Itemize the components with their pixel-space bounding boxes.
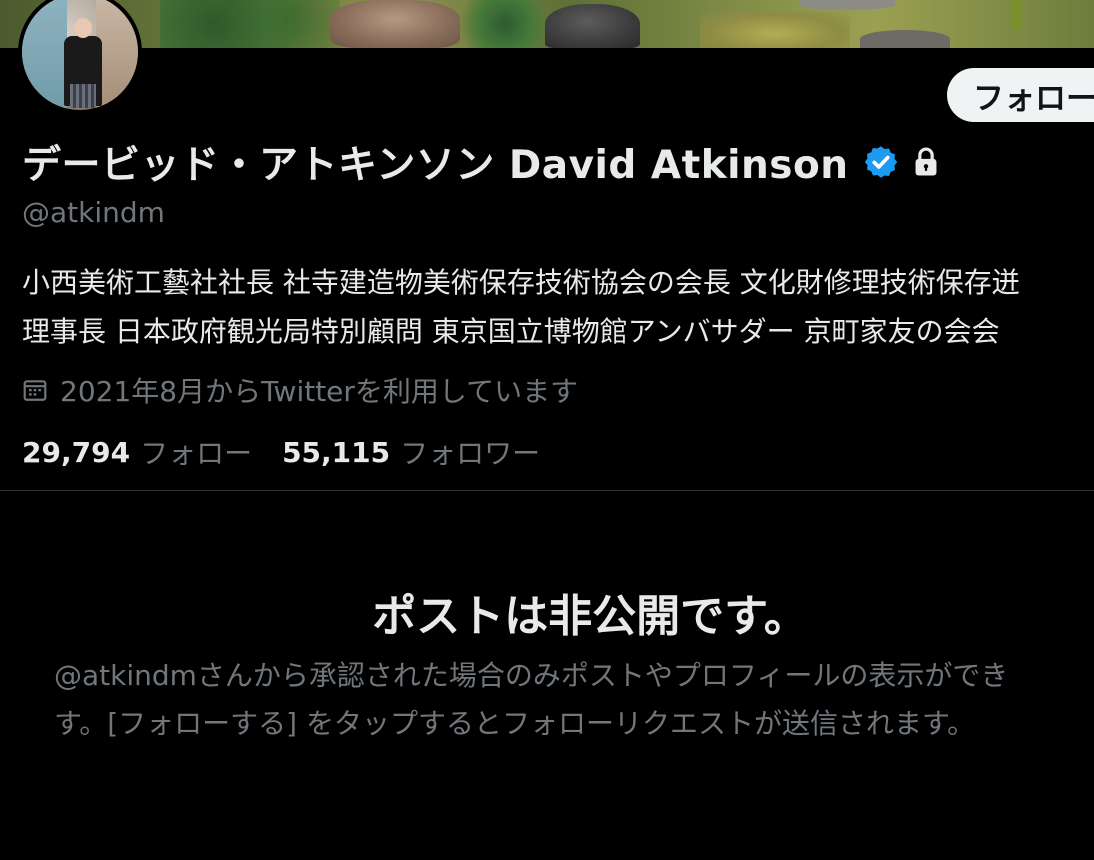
calendar-icon [22,377,48,403]
profile-page: フォロー デービッド・アトキンソン David Atkinson @atkind… [0,0,1094,860]
bio-line: 小西美術工藝社社長 社寺建造物美術保存技術協会の会長 文化財修理技術保存迸 [22,266,1020,299]
verified-badge-icon[interactable] [863,144,899,180]
profile-banner-image[interactable] [0,0,1094,48]
following-label: フォロー [140,437,253,470]
profile-handle: @atkindm [22,196,165,229]
display-name: デービッド・アトキンソン David Atkinson [22,143,849,188]
private-posts-title: ポストは非公開です。 [372,591,808,642]
profile-name-row: デービッド・アトキンソン David Atkinson [22,134,941,190]
followers-count: 55,115 [282,435,391,469]
follow-stats: 29,794 フォロー 55,115 フォロワー [22,432,570,472]
lock-icon [911,146,941,178]
profile-bio: 小西美術工藝社社長 社寺建造物美術保存技術協会の会長 文化財修理技術保存迸 理事… [22,258,1094,356]
section-divider [0,490,1094,491]
followers-link[interactable]: 55,115 フォロワー [282,432,540,472]
joined-date: 2021年8月からTwitterを利用しています [22,370,578,410]
description-line: @atkindmさんから承認された場合のみポストやプロフィールの表示ができ [54,659,1009,692]
profile-avatar[interactable] [18,0,142,114]
follow-button[interactable]: フォロー [947,68,1094,122]
following-count: 29,794 [22,435,131,469]
following-link[interactable]: 29,794 フォロー [22,432,252,472]
bio-line: 理事長 日本政府観光局特別顧問 東京国立博物館アンバサダー 京町家友の会会 [22,315,1000,348]
description-line: す。[フォローする] をタップするとフォローリクエストが送信されます。 [54,707,976,740]
joined-text: 2021年8月からTwitterを利用しています [60,375,579,408]
private-posts-description: @atkindmさんから承認された場合のみポストやプロフィールの表示ができ す。… [54,652,1094,748]
followers-label: フォロワー [400,437,541,470]
